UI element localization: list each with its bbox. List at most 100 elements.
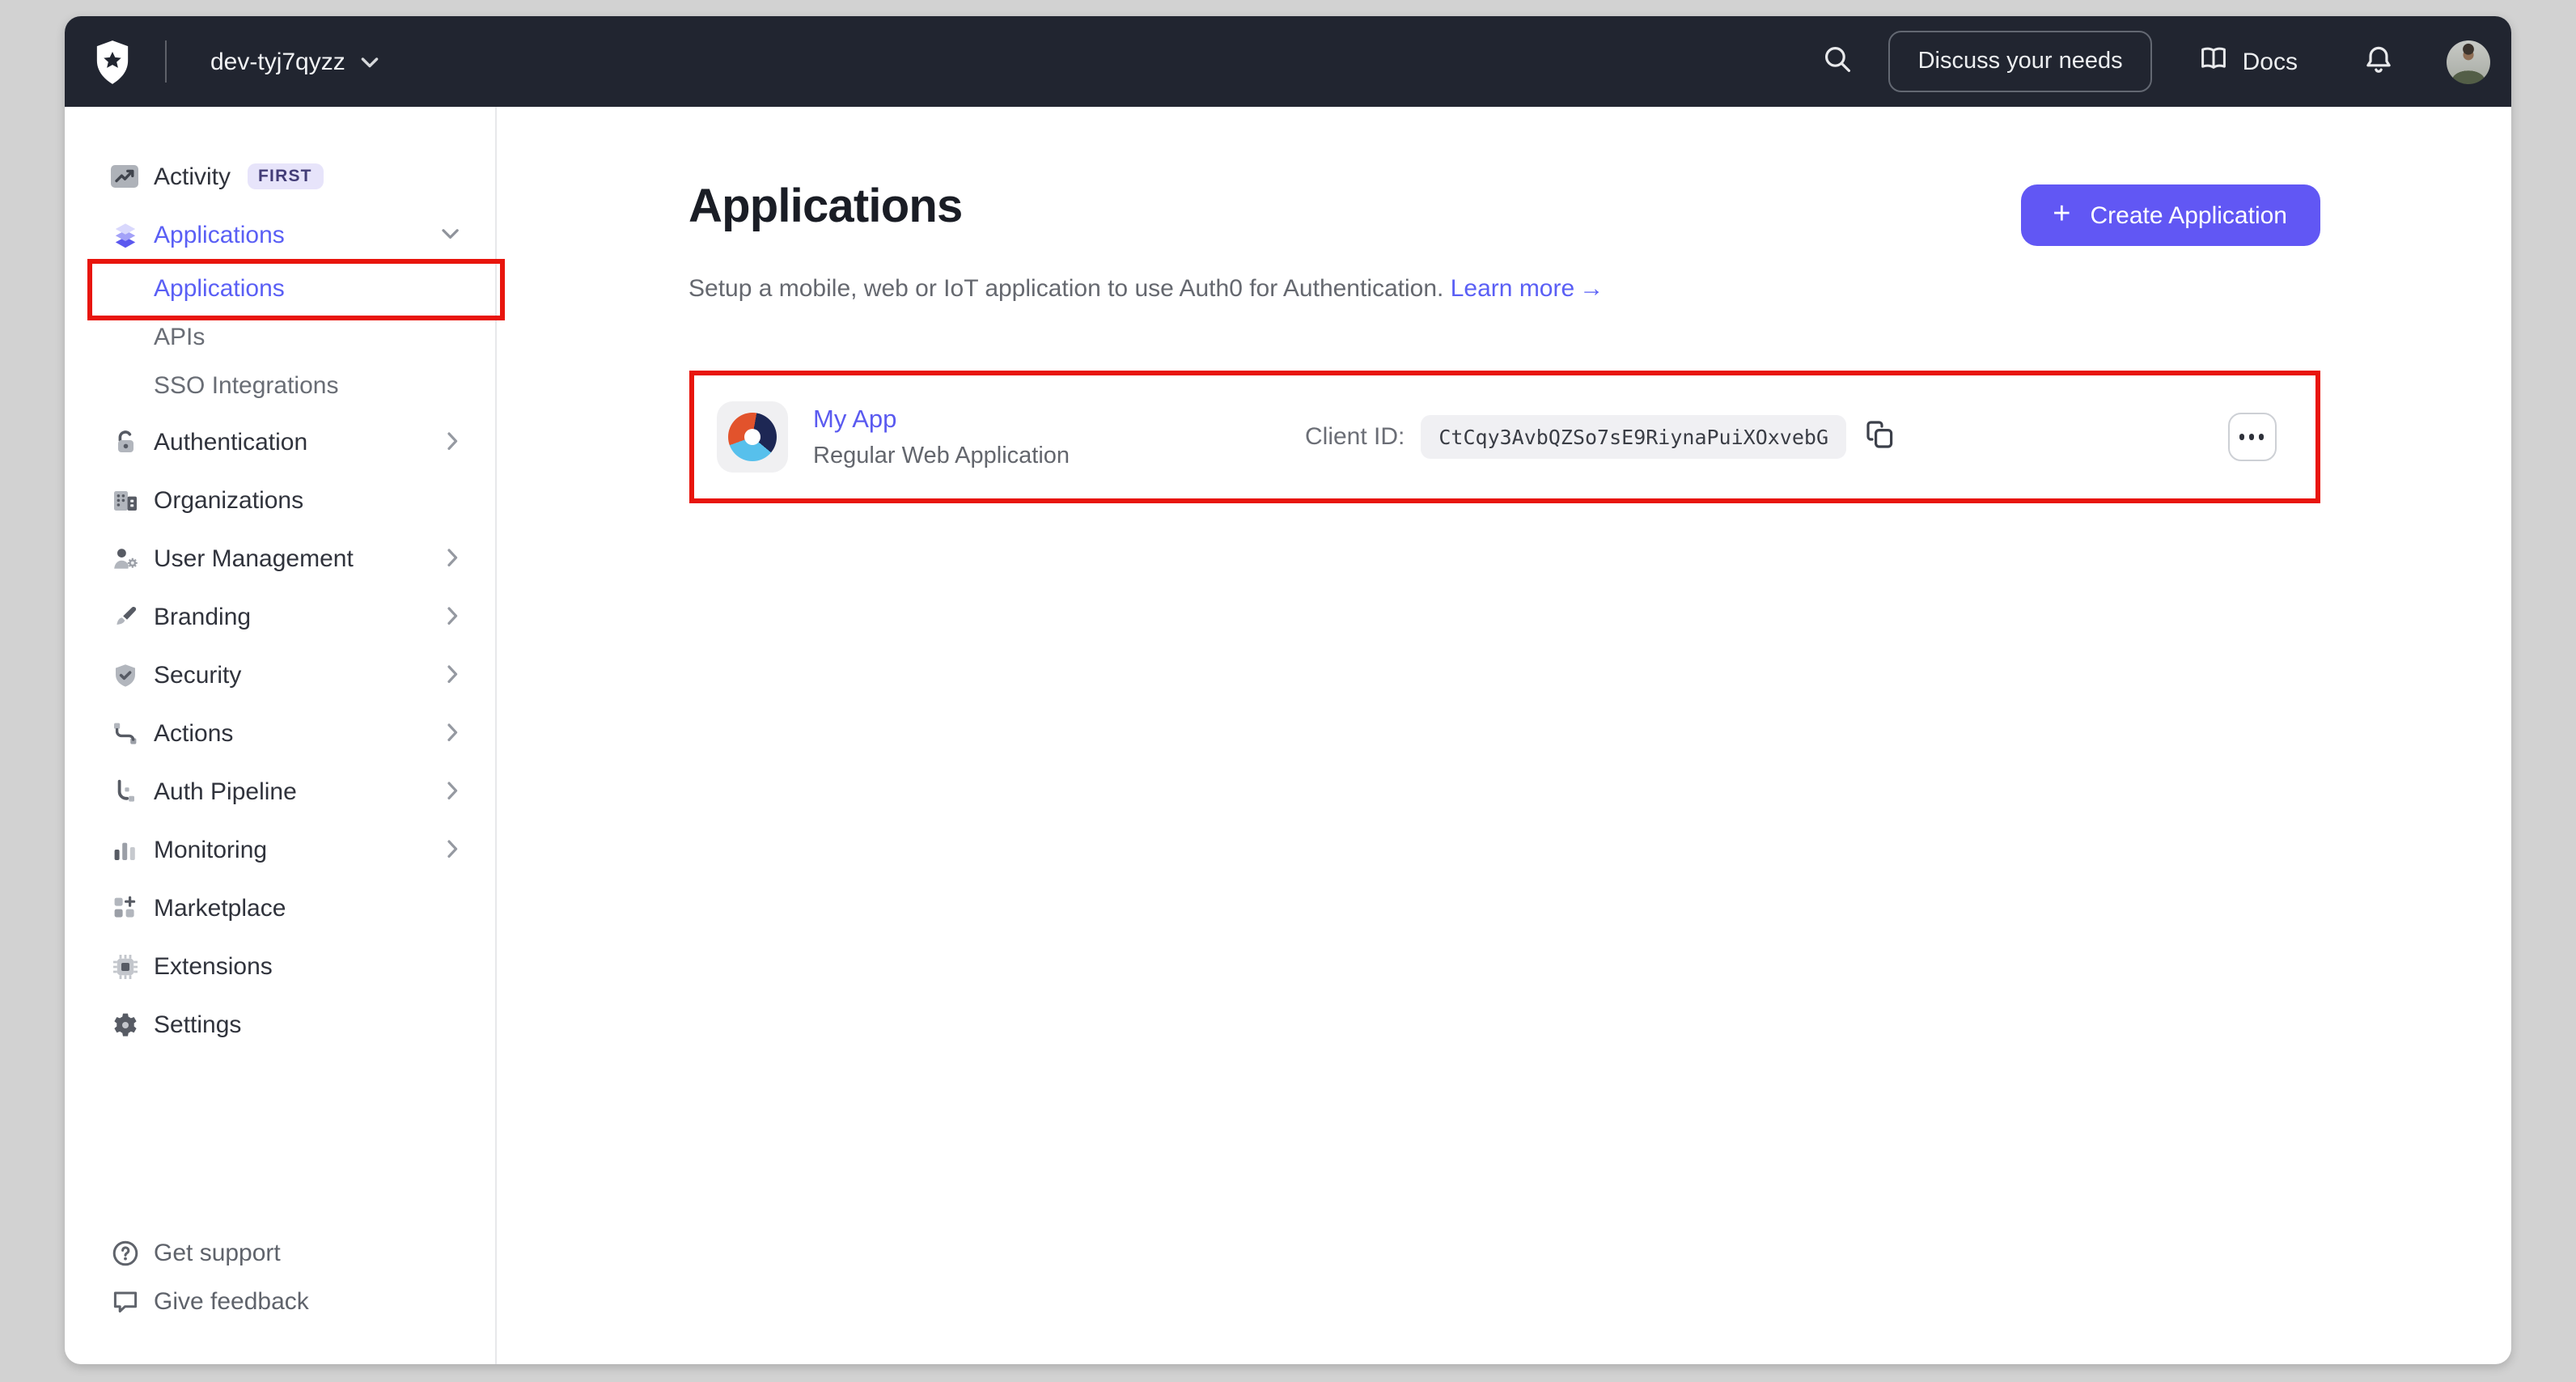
notifications-button[interactable] (2364, 45, 2393, 78)
chevron-right-icon (447, 607, 460, 626)
sidebar-item-user-management[interactable]: User Management (65, 529, 495, 587)
sidebar-subitem-applications[interactable]: Applications (65, 264, 495, 312)
app-logo-donut-icon (727, 413, 776, 461)
chip-icon (105, 952, 144, 980)
sidebar-subitem-sso-integrations[interactable]: SSO Integrations (65, 361, 495, 409)
discuss-your-needs-button[interactable]: Discuss your needs (1888, 31, 2152, 92)
sidebar-item-activity[interactable]: Activity FIRST (65, 147, 495, 206)
application-titles: My App Regular Web Application (813, 405, 1070, 468)
lock-icon (105, 428, 144, 456)
actions-flow-icon (105, 719, 144, 747)
sidebar-item-extensions[interactable]: Extensions (65, 937, 495, 995)
speech-bubble-icon (105, 1287, 144, 1315)
arrow-right-icon: → (1579, 275, 1604, 303)
sidebar-item-label: Monitoring (154, 836, 268, 863)
sidebar-item-marketplace[interactable]: Marketplace (65, 879, 495, 937)
sidebar-item-security[interactable]: Security (65, 646, 495, 704)
more-dots-icon (2239, 434, 2244, 440)
topbar: dev-tyj7qyzz Discuss your needs Docs (65, 16, 2511, 107)
page-header-text: Applications Setup a mobile, web or IoT … (688, 181, 1604, 303)
client-id-value: CtCqy3AvbQZSo7sE9RiynaPuiXOxvebG (1421, 415, 1847, 459)
sidebar-item-label: Marketplace (154, 894, 286, 922)
applications-layers-icon (105, 221, 144, 248)
sidebar-item-applications[interactable]: Applications (65, 206, 495, 264)
first-badge: FIRST (247, 163, 324, 190)
paintbrush-icon (105, 603, 144, 630)
sidebar-footer: Get support Give feedback (65, 1228, 495, 1325)
docs-link[interactable]: Docs (2199, 45, 2298, 78)
shield-check-icon (105, 661, 144, 689)
create-application-button[interactable]: + Create Application (2020, 184, 2320, 246)
get-support-link[interactable]: Get support (65, 1228, 495, 1277)
plus-icon: + (2053, 197, 2071, 231)
sidebar-item-settings[interactable]: Settings (65, 995, 495, 1053)
application-more-menu-button[interactable] (2227, 413, 2276, 461)
sidebar-item-label: Auth Pipeline (154, 778, 297, 805)
tenant-switcher[interactable]: dev-tyj7qyzz (210, 48, 379, 75)
sidebar-item-label: Authentication (154, 428, 308, 456)
search-icon (1824, 45, 1852, 78)
chevron-down-icon (442, 228, 460, 241)
screenshot-stage: dev-tyj7qyzz Discuss your needs Docs Act… (0, 0, 2576, 1382)
client-id-label: Client ID: (1305, 423, 1405, 451)
sidebar-item-label: Branding (154, 603, 252, 630)
bar-chart-icon (105, 836, 144, 863)
sidebar-item-authentication[interactable]: Authentication (65, 413, 495, 471)
bell-icon (2364, 45, 2393, 78)
sidebar-item-label: Extensions (154, 952, 273, 980)
sidebar-item-label: Security (154, 661, 242, 689)
subtitle-text: Setup a mobile, web or IoT application t… (688, 275, 1444, 303)
application-row[interactable]: My App Regular Web Application Client ID… (693, 375, 2315, 498)
sidebar-item-branding[interactable]: Branding (65, 587, 495, 646)
book-icon (2199, 45, 2228, 78)
sidebar: Activity FIRST Applications Applications… (65, 107, 505, 1364)
give-feedback-link[interactable]: Give feedback (65, 1277, 495, 1325)
topbar-divider (165, 40, 167, 83)
application-type: Regular Web Application (813, 443, 1070, 468)
gear-icon (105, 1011, 144, 1038)
sidebar-item-label: Activity (154, 163, 231, 190)
copy-client-id-button[interactable] (1866, 420, 1895, 454)
sidebar-item-monitoring[interactable]: Monitoring (65, 820, 495, 879)
chevron-right-icon (447, 782, 460, 801)
applications-subgroup: Applications APIs SSO Integrations (65, 264, 495, 409)
activity-icon (105, 163, 144, 189)
sidebar-item-label: Actions (154, 719, 234, 747)
sidebar-item-label: User Management (154, 545, 354, 572)
auth0-logo[interactable] (94, 40, 131, 83)
sidebar-item-label: Applications (154, 221, 285, 248)
chevron-right-icon (447, 723, 460, 743)
pipeline-icon (105, 778, 144, 805)
main-content: Applications Setup a mobile, web or IoT … (497, 107, 2511, 1364)
docs-label: Docs (2242, 48, 2298, 75)
sidebar-item-actions[interactable]: Actions (65, 704, 495, 762)
client-id-group: Client ID: CtCqy3AvbQZSo7sE9RiynaPuiXOxv… (1305, 415, 1895, 459)
sidebar-item-label: Organizations (154, 486, 304, 514)
application-name-link[interactable]: My App (813, 405, 1070, 435)
auth0-dashboard-window: dev-tyj7qyzz Discuss your needs Docs Act… (65, 16, 2511, 1364)
chevron-down-icon (362, 48, 379, 75)
grid-plus-icon (105, 894, 144, 922)
application-logo (716, 401, 787, 473)
search-button[interactable] (1824, 45, 1852, 78)
copy-icon (1866, 420, 1895, 454)
page-subtitle: Setup a mobile, web or IoT application t… (688, 275, 1604, 303)
get-support-label: Get support (154, 1239, 281, 1266)
help-circle-icon (105, 1239, 144, 1266)
tenant-name: dev-tyj7qyzz (210, 48, 345, 75)
sidebar-subitem-apis[interactable]: APIs (65, 312, 495, 361)
chevron-right-icon (447, 840, 460, 859)
sidebar-item-auth-pipeline[interactable]: Auth Pipeline (65, 762, 495, 820)
create-application-label: Create Application (2090, 201, 2288, 229)
annotation-highlight-application-row: My App Regular Web Application Client ID… (688, 371, 2320, 503)
chevron-right-icon (447, 665, 460, 685)
page-title: Applications (688, 181, 963, 233)
sidebar-item-organizations[interactable]: Organizations (65, 471, 495, 529)
learn-more-link[interactable]: Learn more → (1451, 275, 1604, 303)
user-avatar[interactable] (2447, 40, 2490, 83)
user-gear-icon (105, 545, 144, 572)
topbar-actions: Discuss your needs Docs (1824, 31, 2490, 92)
page-header: Applications Setup a mobile, web or IoT … (688, 181, 2320, 303)
chevron-right-icon (447, 432, 460, 451)
chevron-right-icon (447, 549, 460, 568)
